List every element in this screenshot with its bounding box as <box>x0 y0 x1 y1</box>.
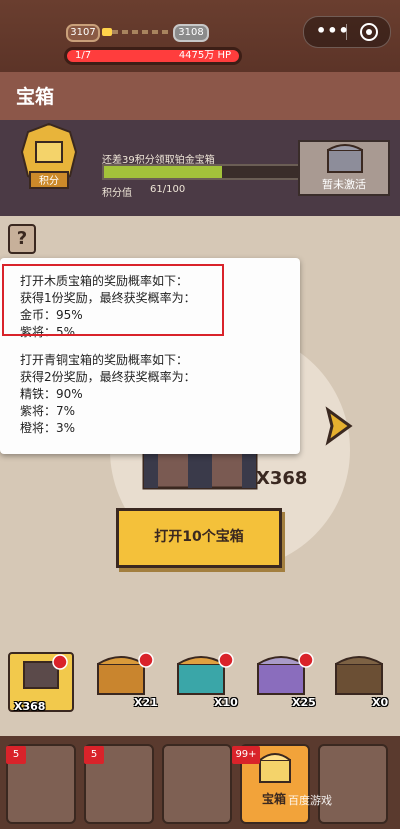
nav-chest-label: 宝箱 <box>262 792 287 806</box>
points-value: 61/100 <box>150 184 186 195</box>
nav-badge: 5 <box>6 746 26 764</box>
title-bar <box>0 72 400 120</box>
chest-slot-bronze[interactable]: X21 <box>90 652 158 712</box>
chest-slot-count: X25 <box>292 696 316 709</box>
next-stage-badge: 3108 <box>173 24 209 42</box>
nav-badge: 99+ <box>232 746 260 764</box>
wooden-chest-icon <box>23 654 68 689</box>
locked-label: 暂未激活 <box>322 178 366 191</box>
nav-more-button[interactable] <box>318 744 388 824</box>
points-label: 积分值 <box>102 188 132 199</box>
chest-slot-platinum[interactable]: X0 <box>328 652 394 712</box>
silver-chest-icon <box>177 652 234 695</box>
gold-chest-icon <box>257 652 314 695</box>
more-icon[interactable]: ••• <box>316 21 350 40</box>
open-chests-label: 打开10个宝箱 <box>154 529 244 545</box>
nav-badge: 5 <box>84 746 104 764</box>
tooltip-line: 精铁：90% <box>20 387 83 401</box>
chest-slot-count: X368 <box>14 700 46 713</box>
chest-slot-count: X0 <box>372 696 389 709</box>
chest-count: X368 <box>256 468 308 489</box>
platinum-chest-icon <box>327 144 363 173</box>
points-badge-icon: 积分 <box>20 122 78 189</box>
next-chest-arrow-icon[interactable] <box>322 406 356 446</box>
help-button[interactable]: ? <box>8 224 36 254</box>
close-target-icon[interactable] <box>360 23 378 41</box>
chest-slot-gold[interactable]: X25 <box>250 652 316 712</box>
bronze-chest-icon <box>97 652 154 695</box>
tooltip-line: 打开青铜宝箱的奖励概率如下： <box>20 353 189 367</box>
badge-label: 积分 <box>39 175 59 187</box>
tooltip-line: 橙将：3% <box>20 421 76 435</box>
nav-skills-button[interactable] <box>162 744 232 824</box>
tooltip-line: 紫将：7% <box>20 404 76 418</box>
watermark: 百度游戏 <box>288 794 332 807</box>
chest-slot-silver[interactable]: X10 <box>170 652 238 712</box>
chest-slot-count: X10 <box>214 696 238 709</box>
current-stage-badge: 3107 <box>66 24 100 42</box>
points-progress-fill <box>104 166 223 178</box>
tooltip-line: 获得2份奖励，最终获奖概率为： <box>20 370 196 384</box>
chest-slot-wooden[interactable]: X368 <box>8 652 74 713</box>
miniprogram-capsule[interactable]: ••• <box>303 16 391 48</box>
page-title: 宝箱 <box>16 86 55 108</box>
chest-slot-count: X21 <box>134 696 158 709</box>
hp-bar: 1/7 4475万 HP <box>64 47 242 65</box>
stage-progress-dots <box>102 28 170 36</box>
hp-value: 4475万 HP <box>178 50 231 61</box>
platinum-chest-icon <box>335 656 383 695</box>
tooltip-highlight-box <box>2 264 224 336</box>
wave-counter: 1/7 <box>75 50 92 61</box>
